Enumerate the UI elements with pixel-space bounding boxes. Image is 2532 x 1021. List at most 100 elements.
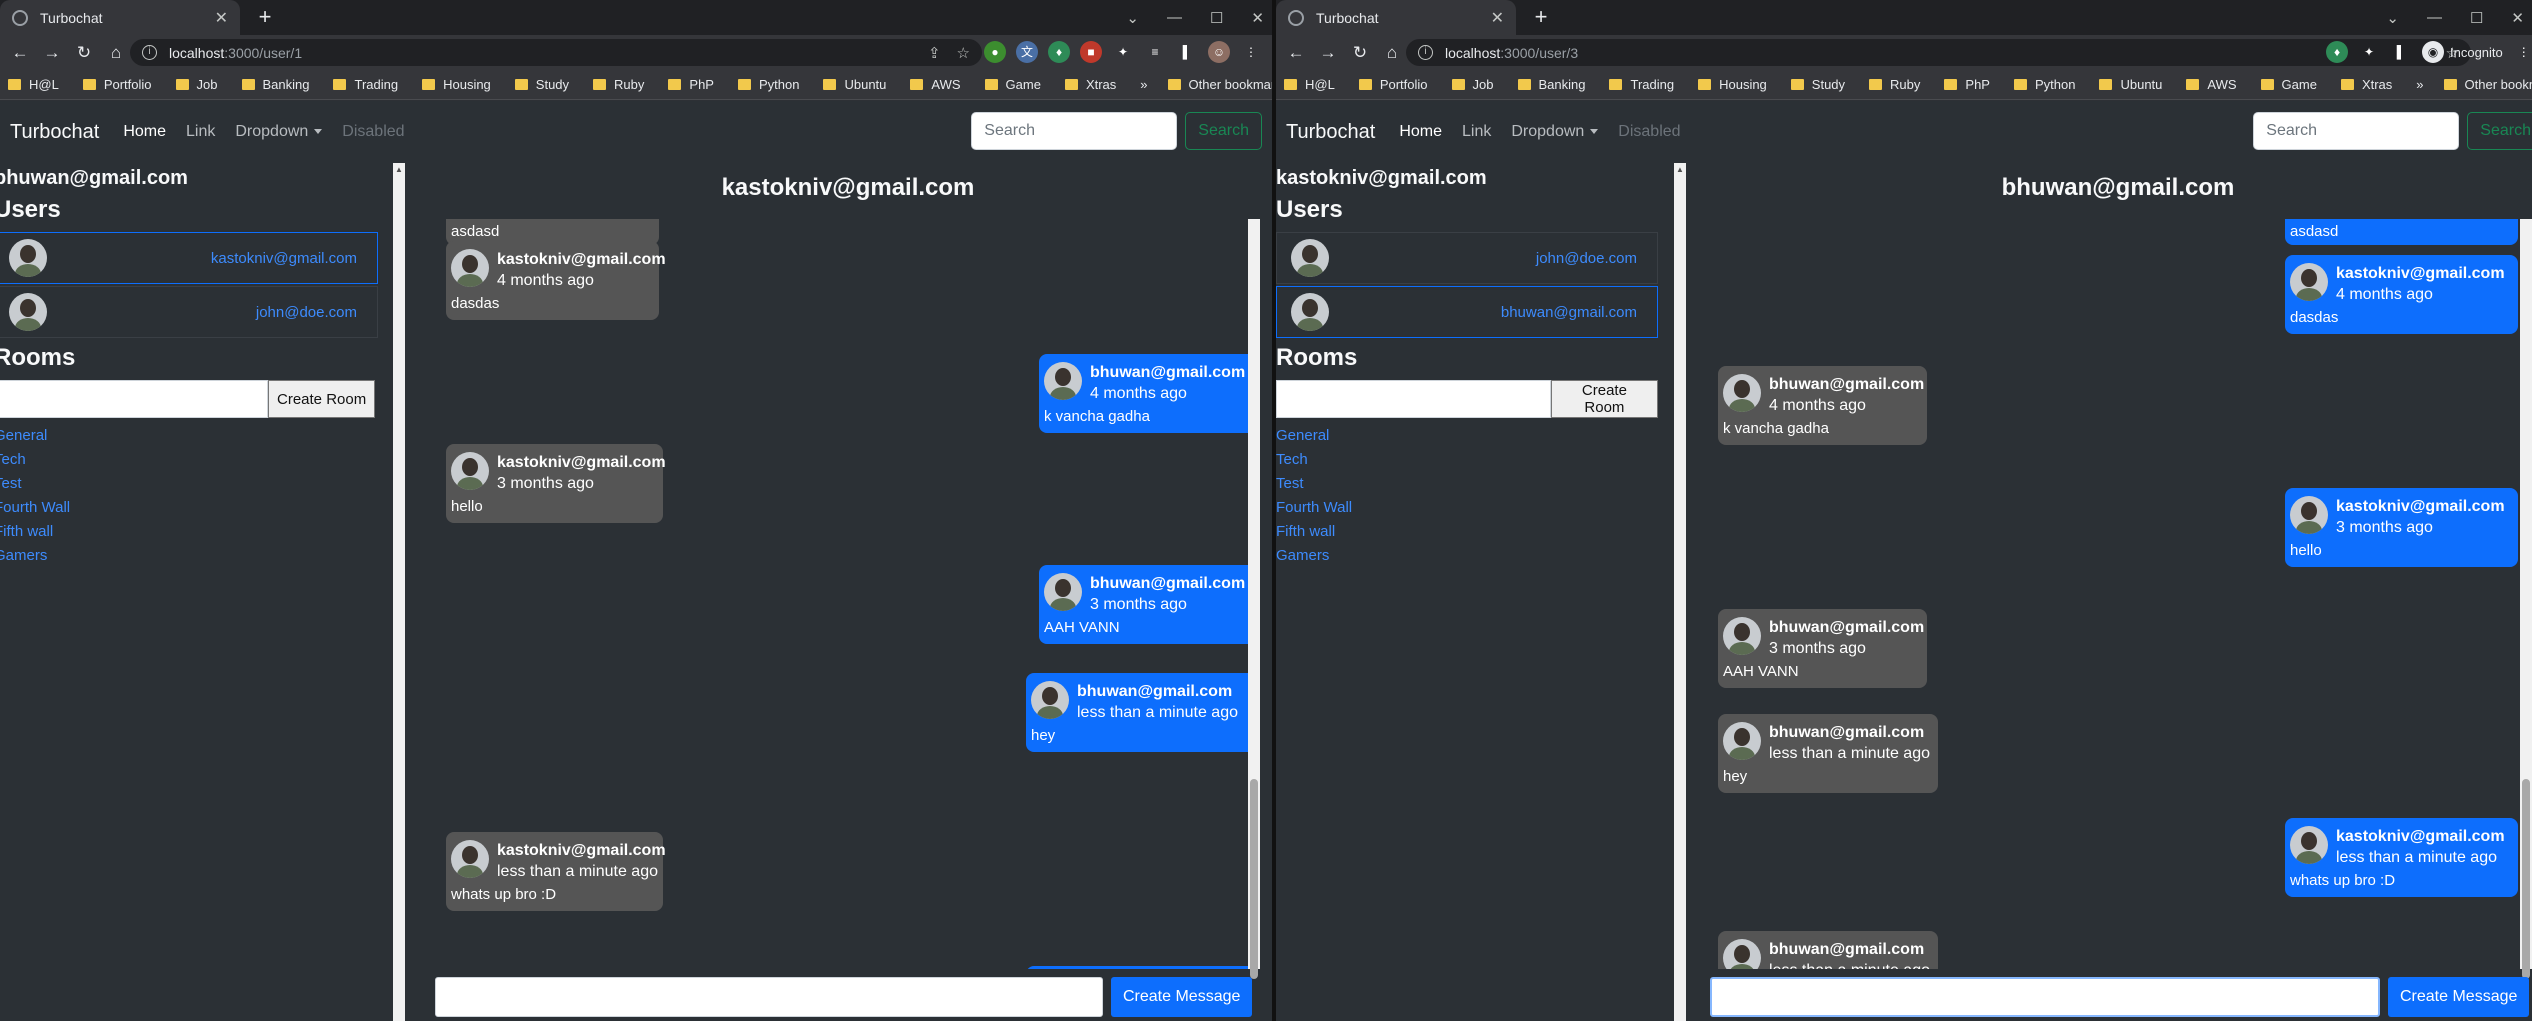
room-name-input[interactable] [1276,380,1551,418]
other-bookmarks[interactable]: Other bookmarks [2443,77,2532,92]
user-item[interactable]: kastokniv@gmail.com [0,232,378,284]
menu-icon[interactable]: ⋮ [2513,41,2532,63]
bookmark-item[interactable]: H@L [1284,77,1335,92]
new-tab-button[interactable]: + [252,4,278,30]
bookmark-item[interactable]: Banking [1517,77,1585,92]
browser-tab[interactable]: Turbochat ✕ [0,0,240,35]
menu-icon[interactable]: ⋮ [1240,41,1262,63]
bookmark-item[interactable]: Banking [241,77,309,92]
other-bookmarks[interactable]: Other bookmarks [1167,77,1272,92]
tab-search-icon[interactable]: ⌄ [1126,9,1139,27]
sidebar-scrollbar[interactable]: ▲ [393,163,405,1021]
forward-icon[interactable]: → [1314,43,1342,63]
create-room-button[interactable]: Create Room [1550,380,1658,418]
room-link[interactable]: Tech [0,448,378,472]
search-input[interactable] [971,112,1178,150]
nav-link[interactable]: Link [1462,123,1491,141]
profile-avatar[interactable]: ☺ [1208,41,1230,63]
room-link[interactable]: Test [0,472,378,496]
message-scrollbar[interactable] [2520,219,2532,979]
reading-list-icon[interactable]: ≡ [1144,41,1166,63]
bookmark-item[interactable]: Game [2260,77,2317,92]
create-room-button[interactable]: Create Room [268,380,376,418]
nav-home[interactable]: Home [123,123,166,141]
maximize-icon[interactable]: ☐ [2470,9,2483,27]
scroll-up-icon[interactable]: ▲ [1674,165,1686,174]
user-item[interactable]: john@doe.com [1276,232,1658,284]
bookmark-item[interactable]: Ruby [1869,77,1920,92]
nav-link[interactable]: Link [186,123,215,141]
side-panel-icon[interactable]: ▌ [1176,41,1198,63]
info-icon[interactable]: i [1418,45,1433,60]
search-button[interactable]: Search [2467,112,2532,150]
browser-tab[interactable]: Turbochat ✕ [1276,0,1516,35]
bookmark-item[interactable]: Ubuntu [823,77,886,92]
scroll-thumb[interactable] [1250,779,1258,979]
maximize-icon[interactable]: ☐ [1210,9,1223,27]
message-scrollbar[interactable] [1248,219,1260,979]
bookmark-item[interactable]: AWS [2186,77,2237,92]
nav-home[interactable]: Home [1399,123,1442,141]
translate-icon[interactable]: 文 [1016,41,1038,63]
scroll-up-icon[interactable]: ▲ [393,165,405,174]
sidebar-scrollbar[interactable]: ▲ [1674,163,1686,1021]
bookmark-item[interactable]: Job [175,77,218,92]
bookmark-item[interactable]: Python [2013,77,2075,92]
room-link[interactable]: Fifth wall [1276,520,1658,544]
bookmark-item[interactable]: Python [737,77,799,92]
search-input[interactable] [2253,112,2460,150]
minimize-icon[interactable]: — [2427,9,2442,26]
address-bar[interactable]: i localhost:3000/user/3 ☆ [1406,39,2471,66]
room-link[interactable]: Gamers [0,544,378,568]
info-icon[interactable]: i [142,45,157,60]
bookmark-item[interactable]: Trading [1609,77,1674,92]
bookmark-item[interactable]: Trading [333,77,398,92]
close-tab-icon[interactable]: ✕ [215,8,228,28]
back-icon[interactable]: ← [1282,43,1310,63]
reload-icon[interactable]: ↻ [70,43,98,63]
bookmark-item[interactable]: AWS [910,77,961,92]
room-link[interactable]: General [1276,424,1658,448]
bookmark-item[interactable]: Xtras [1064,77,1116,92]
bookmark-item[interactable]: Housing [422,77,491,92]
scroll-thumb[interactable] [2522,779,2530,979]
bookmarks-more-icon[interactable]: » [2416,77,2423,92]
minimize-icon[interactable]: — [1167,9,1182,26]
side-panel-icon[interactable]: ▌ [2390,41,2412,63]
bookmark-item[interactable]: Study [514,77,569,92]
room-name-input[interactable] [0,380,268,418]
bookmark-item[interactable]: Job [1451,77,1494,92]
new-tab-button[interactable]: + [1528,4,1554,30]
bookmark-item[interactable]: Portfolio [1358,77,1428,92]
share-icon[interactable]: ⇪ [928,44,941,62]
shield-icon[interactable]: ♦ [1048,41,1070,63]
bookmark-item[interactable]: Xtras [2340,77,2392,92]
room-link[interactable]: Gamers [1276,544,1658,568]
home-icon[interactable]: ⌂ [1378,43,1406,63]
bookmark-item[interactable]: Housing [1698,77,1767,92]
room-link[interactable]: Tech [1276,448,1658,472]
room-link[interactable]: Fourth Wall [0,496,378,520]
search-button[interactable]: Search [1185,112,1262,150]
tab-search-icon[interactable]: ⌄ [2386,9,2399,27]
incognito-badge[interactable]: ◉ Incognito [2422,41,2503,63]
room-link[interactable]: General [0,424,378,448]
bookmark-item[interactable]: Ruby [593,77,644,92]
bookmark-item[interactable]: Portfolio [82,77,152,92]
bookmark-item[interactable]: H@L [8,77,59,92]
reload-icon[interactable]: ↻ [1346,43,1374,63]
close-window-icon[interactable]: ✕ [1251,9,1264,27]
bookmark-item[interactable]: Game [984,77,1041,92]
message-input[interactable] [1710,977,2380,1017]
puzzle-icon[interactable]: ✦ [2358,41,2380,63]
extension-icon[interactable]: ● [984,41,1006,63]
message-input[interactable] [435,977,1103,1017]
nav-dropdown[interactable]: Dropdown [1511,123,1599,141]
close-window-icon[interactable]: ✕ [2511,9,2524,27]
bookmark-item[interactable]: Ubuntu [2099,77,2162,92]
bookmark-item[interactable]: PhP [1944,77,1990,92]
forward-icon[interactable]: → [38,43,66,63]
user-item[interactable]: bhuwan@gmail.com [1276,286,1658,338]
star-icon[interactable]: ☆ [957,44,970,62]
create-message-button[interactable]: Create Message [1111,977,1253,1017]
